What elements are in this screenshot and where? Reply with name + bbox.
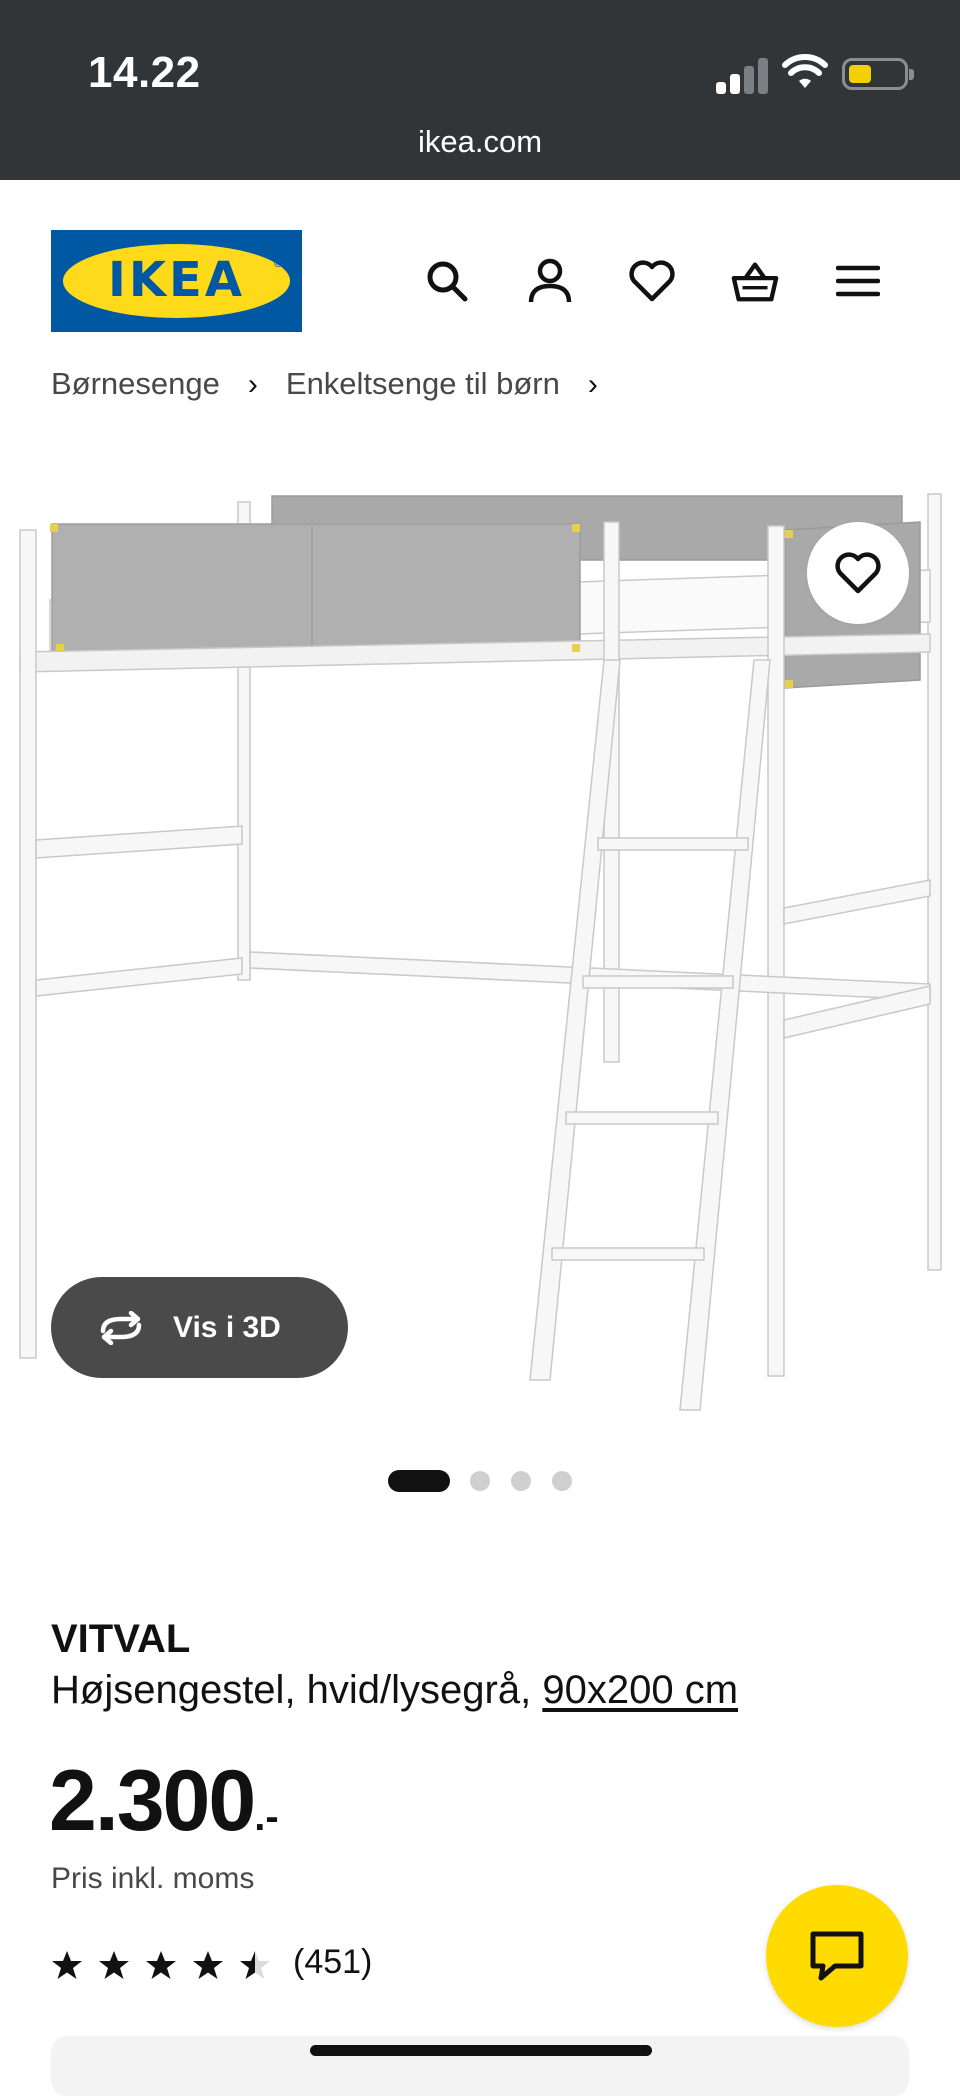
breadcrumb: Børnesenge › Enkeltsenge til børn › xyxy=(51,366,931,406)
star-icon xyxy=(99,1951,129,1979)
star-icon xyxy=(146,1951,176,1979)
menu-icon[interactable] xyxy=(833,256,883,306)
account-icon[interactable] xyxy=(525,256,575,306)
status-time: 14.22 xyxy=(88,48,201,97)
view-in-3d-button[interactable]: Vis i 3D xyxy=(51,1277,348,1378)
search-icon[interactable] xyxy=(422,256,472,306)
chevron-right-icon: › xyxy=(587,368,598,401)
chevron-right-icon: › xyxy=(247,368,258,401)
wifi-icon xyxy=(782,54,828,88)
breadcrumb-item-single-beds[interactable]: Enkeltsenge til børn xyxy=(286,366,560,402)
review-count[interactable]: (451) xyxy=(293,1943,372,1982)
image-carousel-indicator xyxy=(0,1470,960,1492)
product-name: VITVAL xyxy=(51,1617,191,1661)
product-price: 2.300.- xyxy=(49,1753,279,1849)
star-half-icon xyxy=(240,1951,270,1979)
rating-stars[interactable] xyxy=(51,1945,286,1985)
ikea-logo[interactable]: IKEA ® xyxy=(51,230,302,332)
carousel-dot-1[interactable] xyxy=(388,1470,450,1492)
add-to-favorites-button[interactable] xyxy=(807,522,909,624)
carousel-dot-3[interactable] xyxy=(511,1471,531,1491)
browser-top-bar: 14.22 ikea.com xyxy=(0,0,960,180)
cellular-signal-icon xyxy=(716,58,768,94)
vat-note: Pris inkl. moms xyxy=(51,1862,255,1895)
product-size-link[interactable]: 90x200 cm xyxy=(542,1668,738,1712)
heart-icon xyxy=(835,552,881,594)
carousel-dot-4[interactable] xyxy=(552,1471,572,1491)
battery-icon xyxy=(842,58,914,90)
view-in-3d-label: Vis i 3D xyxy=(173,1310,281,1344)
price-suffix: .- xyxy=(254,1795,279,1839)
basket-icon[interactable] xyxy=(730,256,780,306)
star-icon xyxy=(52,1951,82,1979)
carousel-dot-2[interactable] xyxy=(470,1471,490,1491)
rotate-3d-icon xyxy=(100,1310,142,1345)
address-bar[interactable]: ikea.com xyxy=(0,124,960,160)
breadcrumb-item-kids-beds[interactable]: Børnesenge xyxy=(51,366,220,402)
favorites-icon[interactable] xyxy=(627,256,677,306)
chat-button[interactable] xyxy=(766,1885,908,2027)
product-description: Højsengestel, hvid/lysegrå, 90x200 cm xyxy=(51,1668,739,1712)
chat-icon xyxy=(810,1931,864,1981)
home-indicator[interactable] xyxy=(310,2045,652,2056)
star-icon xyxy=(193,1951,223,1979)
